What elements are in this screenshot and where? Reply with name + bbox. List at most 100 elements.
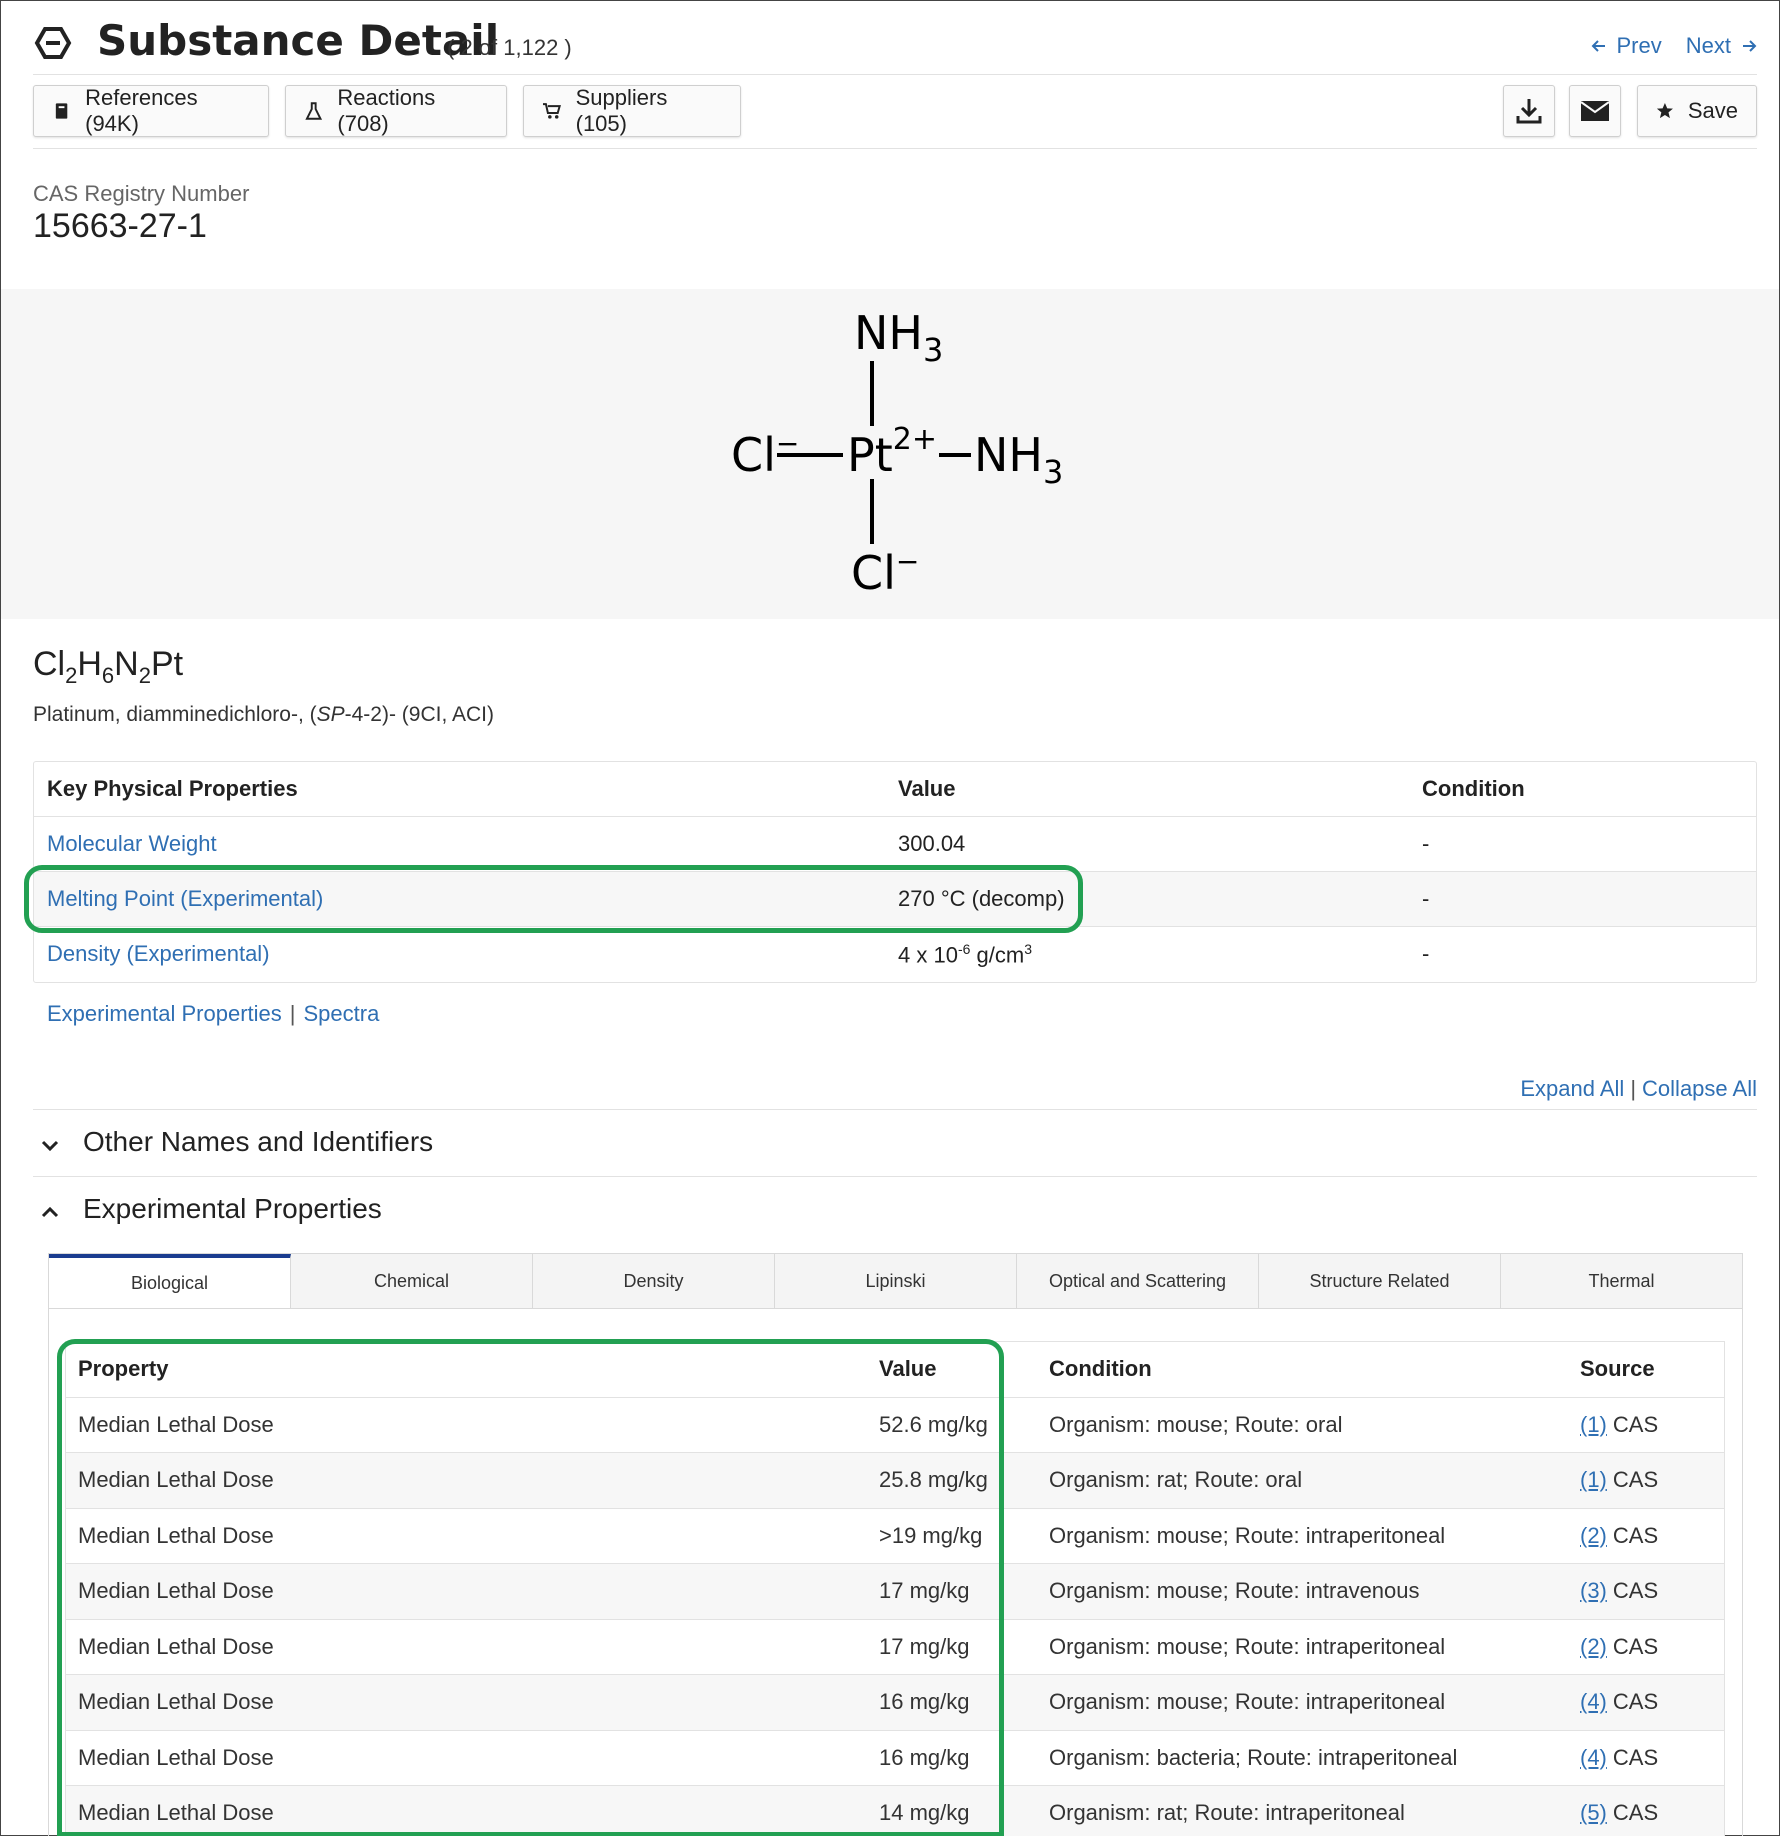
page-header: Substance Detail ( 2 of 1,122 ) Prev Nex… (33, 13, 1757, 75)
envelope-icon (1580, 101, 1610, 121)
table-row: Median Lethal Dose 17 mg/kg Organism: mous… (66, 1564, 1724, 1620)
property-cell: Median Lethal Dose (78, 1744, 274, 1770)
value-cell: 25.8 mg/kg (879, 1467, 988, 1492)
value-cell: >19 mg/kg (879, 1522, 983, 1548)
molecular-formula: Cl2H6N2Pt (33, 645, 184, 688)
next-link[interactable]: Next (1686, 33, 1757, 59)
collapse-all-link[interactable]: Collapse All (1642, 1076, 1757, 1101)
condition-cell: Organism: mouse; Route: intraperitoneal (1049, 1522, 1446, 1548)
pager: Prev Next (1591, 33, 1758, 59)
value-cell: 16 mg/kg (879, 1744, 970, 1770)
prev-link[interactable]: Prev (1591, 33, 1662, 59)
property-cell: Median Lethal Dose (78, 1522, 274, 1548)
reference-link[interactable]: (1) (1580, 1467, 1607, 1492)
reactions-button[interactable]: Reactions (708) (285, 85, 507, 137)
reference-link[interactable]: (1) (1580, 1412, 1607, 1437)
reactions-label: Reactions (708) (337, 85, 436, 136)
reference-link[interactable]: (3) (1580, 1578, 1607, 1603)
property-tabs: Biological Chemical Density Lipinski Opt… (48, 1253, 1743, 1309)
references-label: References (94K) (85, 85, 198, 136)
table-header: Key Physical Properties Value Condition (34, 762, 1756, 817)
source-cell: (2) CAS (1580, 1522, 1659, 1548)
prev-label: Prev (1616, 33, 1662, 58)
download-button[interactable] (1503, 85, 1555, 137)
reference-link[interactable]: (4) (1580, 1689, 1607, 1714)
table-header: Property Value Condition Source (66, 1342, 1724, 1398)
table-row: Molecular Weight 300.04 - (34, 817, 1756, 872)
table-row: Median Lethal Dose 14 mg/kg Organism: rat;… (66, 1786, 1724, 1836)
table-row: Median Lethal Dose 25.8 mg/kg Organism: ra… (66, 1453, 1724, 1509)
result-count: ( 2 of 1,122 ) (447, 35, 572, 60)
section-experimental-properties[interactable]: Experimental Properties (33, 1176, 1757, 1243)
suppliers-label: Suppliers (105) (575, 85, 668, 136)
structure-svg: NH3 Cl− Pt2+ NH3 Cl− (731, 306, 1063, 600)
condition-cell: Organism: bacteria; Route: intraperitone… (1049, 1744, 1458, 1770)
tab-optical-scattering[interactable]: Optical and Scattering (1017, 1254, 1259, 1308)
book-icon (55, 103, 68, 119)
value-cell: 17 mg/kg (879, 1633, 970, 1659)
value-cell: 16 mg/kg (879, 1689, 970, 1714)
hexagon-icon (34, 27, 72, 59)
save-button[interactable]: Save (1637, 85, 1757, 137)
flask-icon (305, 102, 323, 120)
reference-link[interactable]: (2) (1580, 1634, 1607, 1659)
arrow-right-icon (1743, 40, 1757, 52)
table-row: Median Lethal Dose 17 mg/kg Organism: mous… (66, 1620, 1724, 1675)
value-cell: 14 mg/kg (879, 1800, 970, 1825)
table-row: Median Lethal Dose 52.6 mg/kg Organism: mo… (66, 1398, 1724, 1453)
condition-cell: Organism: rat; Route: oral (1049, 1467, 1303, 1492)
cas-number: 15663-27-1 (33, 207, 207, 245)
star-icon (1656, 102, 1673, 119)
top-ammine-label: NH3 (854, 306, 943, 369)
chevron-down-icon (41, 1140, 59, 1152)
condition-cell: Organism: rat; Route: intraperitoneal (1049, 1800, 1405, 1825)
reference-link[interactable]: (4) (1580, 1745, 1607, 1770)
page-title: Substance Detail (97, 16, 500, 65)
reference-link[interactable]: (2) (1580, 1523, 1607, 1548)
tab-chemical[interactable]: Chemical (291, 1254, 533, 1308)
source-cell: (1) CAS (1580, 1467, 1659, 1492)
references-button[interactable]: References (94K) (33, 85, 269, 137)
table-row: Density (Experimental) 4 x 10-6 g/cm3 - (47, 941, 1430, 968)
chevron-up-icon (41, 1206, 59, 1218)
property-cell: Median Lethal Dose (78, 1800, 274, 1825)
melting-point-link[interactable]: Melting Point (Experimental) (47, 886, 323, 912)
cart-icon (542, 103, 561, 119)
experimental-properties-link[interactable]: Experimental Properties (47, 1001, 282, 1026)
source-cell: (1) CAS (1580, 1411, 1659, 1437)
key-properties-table: Key Physical Properties Value Condition … (33, 761, 1757, 983)
tab-biological[interactable]: Biological (49, 1254, 291, 1308)
suppliers-button[interactable]: Suppliers (105) (523, 85, 741, 137)
condition-cell: Organism: mouse; Route: intraperitoneal (1049, 1689, 1446, 1714)
property-cell: Median Lethal Dose (78, 1633, 274, 1659)
section-other-names[interactable]: Other Names and Identifiers (33, 1109, 1757, 1176)
condition-cell: Organism: mouse; Route: intravenous (1049, 1578, 1420, 1603)
source-cell: (3) CAS (1580, 1578, 1659, 1603)
toolbar: References (94K) Reactions (708) Supplie… (33, 85, 1757, 149)
table-row: Melting Point (Experimental) 270 °C (dec… (34, 872, 1756, 927)
next-label: Next (1685, 33, 1731, 58)
cas-label: CAS Registry Number (33, 181, 250, 206)
spectra-link[interactable]: Spectra (304, 1001, 380, 1026)
property-cell: Median Lethal Dose (78, 1411, 274, 1437)
property-cell: Median Lethal Dose (78, 1467, 274, 1492)
email-button[interactable] (1569, 85, 1621, 137)
tab-density[interactable]: Density (533, 1254, 775, 1308)
tab-thermal[interactable]: Thermal (1501, 1254, 1742, 1308)
table-row: Median Lethal Dose 16 mg/kg Organism: bact… (66, 1731, 1724, 1786)
table-row: Median Lethal Dose 16 mg/kg Organism: mous… (66, 1675, 1724, 1731)
source-cell: (2) CAS (1580, 1633, 1659, 1659)
property-cell: Median Lethal Dose (78, 1689, 274, 1714)
tab-structure-related[interactable]: Structure Related (1259, 1254, 1501, 1308)
expand-all-link[interactable]: Expand All (1520, 1076, 1624, 1101)
tab-lipinski[interactable]: Lipinski (775, 1254, 1017, 1308)
source-cell: (4) CAS (1580, 1744, 1659, 1770)
property-cell: Median Lethal Dose (78, 1578, 274, 1603)
value-cell: 52.6 mg/kg (879, 1411, 988, 1437)
density-link[interactable]: Density (Experimental) (47, 941, 270, 967)
reference-link[interactable]: (5) (1580, 1800, 1607, 1825)
condition-cell: Organism: mouse; Route: oral (1049, 1411, 1343, 1437)
expand-collapse: Expand All | Collapse All (1520, 1076, 1757, 1101)
biological-properties-table: Property Value Condition Source Median L… (65, 1341, 1725, 1836)
molecular-weight-link[interactable]: Molecular Weight (47, 831, 217, 857)
